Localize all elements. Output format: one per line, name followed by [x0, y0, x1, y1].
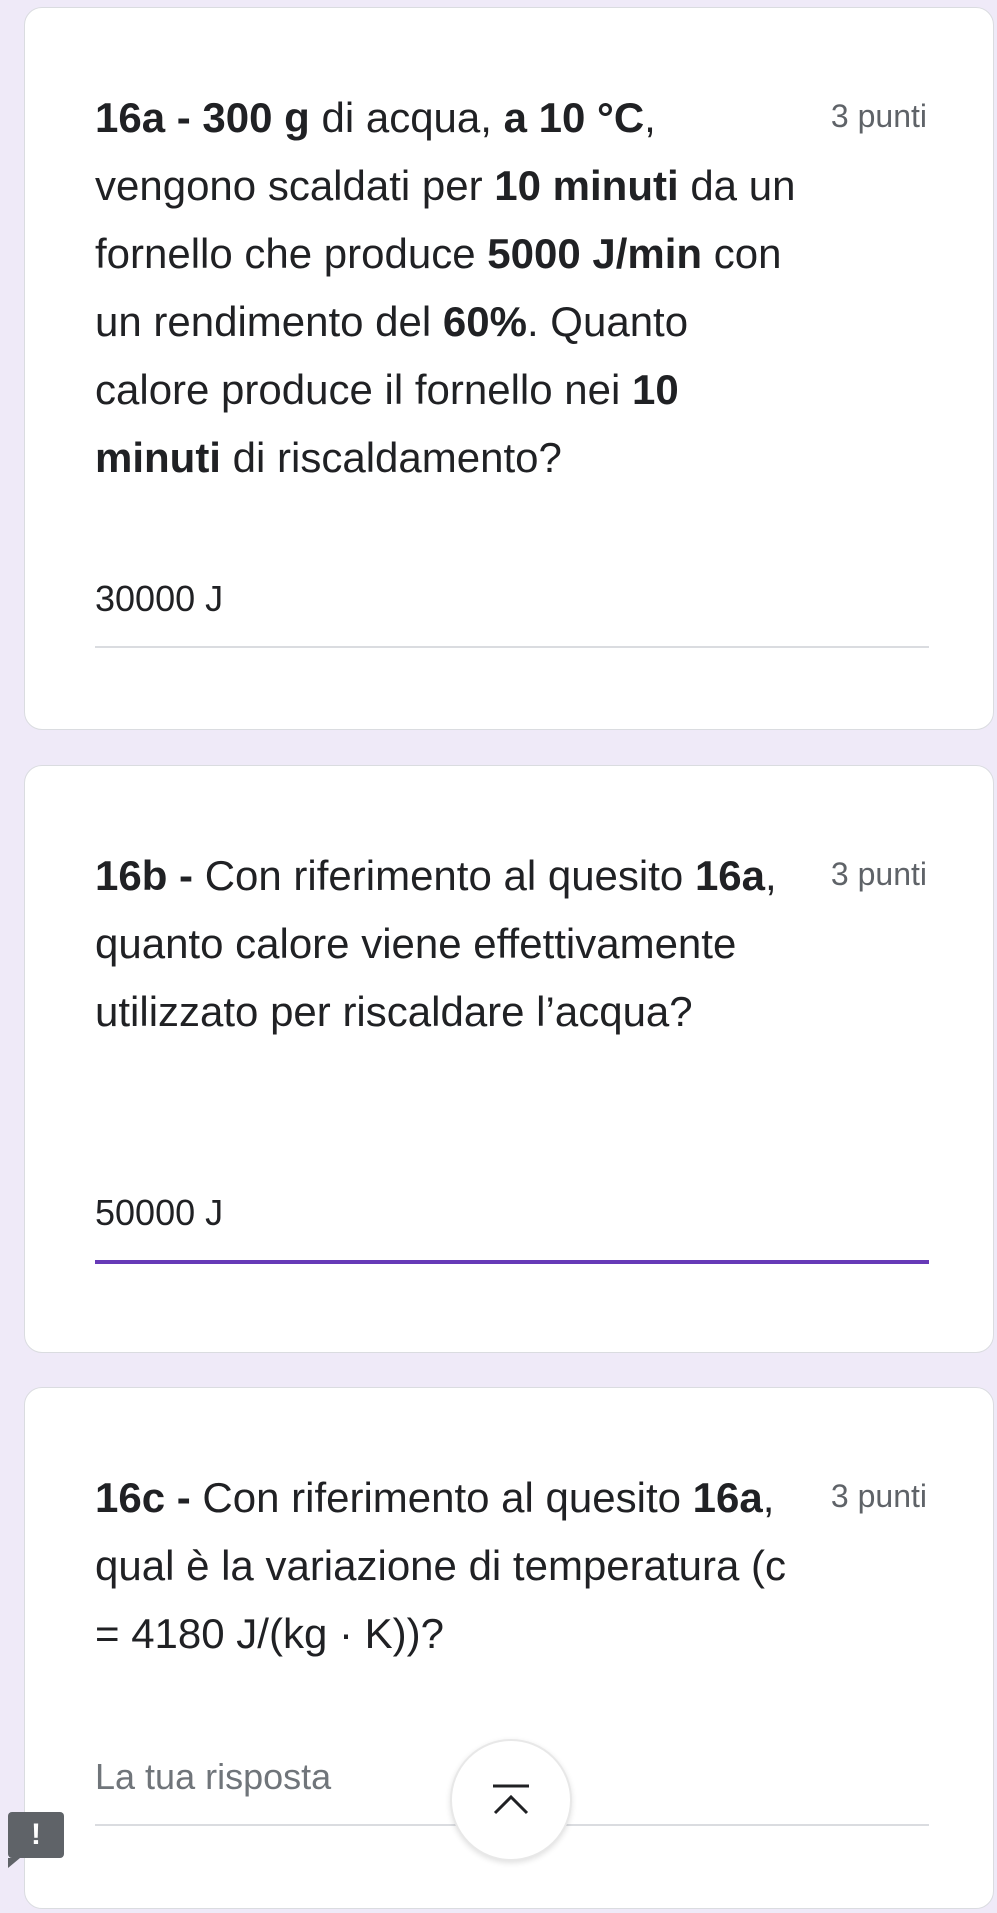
question-card-16a: 16a - 300 g di acqua, a 10 °C, vengono s… — [24, 7, 994, 730]
answer-value[interactable]: 30000 J — [95, 574, 929, 624]
points-label: 3 punti — [830, 856, 927, 892]
answer-underline-focused — [95, 1260, 929, 1264]
report-issue-button[interactable]: ! — [8, 1812, 64, 1868]
question-text: 16c - Con riferimento al quesito 16a, qu… — [95, 1474, 787, 1657]
answer-field[interactable]: 50000 J — [95, 1188, 929, 1264]
chevron-up-bar-icon — [493, 1784, 529, 1815]
question-text: 16b - Con riferimento al quesito 16a, qu… — [95, 852, 777, 1035]
scroll-to-top-button[interactable] — [450, 1739, 572, 1861]
answer-underline — [95, 646, 929, 648]
question-card-16b: 16b - Con riferimento al quesito 16a, qu… — [24, 765, 994, 1353]
report-issue-icon: ! — [31, 1818, 41, 1851]
points-label: 3 punti — [830, 98, 927, 134]
answer-field[interactable]: 30000 J — [95, 574, 929, 648]
answer-value[interactable]: 50000 J — [95, 1188, 929, 1238]
question-text: 16a - 300 g di acqua, a 10 °C, vengono s… — [95, 94, 796, 481]
points-label: 3 punti — [830, 1478, 927, 1514]
